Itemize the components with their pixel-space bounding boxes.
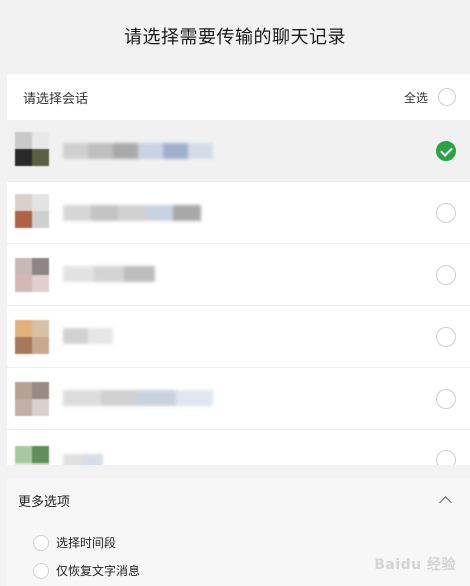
conversation-avatar: [15, 320, 49, 354]
select-all-label: 全选: [403, 90, 428, 105]
option-time-range[interactable]: 选择时间段: [33, 534, 116, 551]
conversation-select-radio[interactable]: [436, 264, 456, 285]
option-text-only[interactable]: 仅恢复文字消息: [33, 562, 140, 579]
baidu-watermark: Baidu 经验: [374, 557, 456, 573]
select-conversation-label: 请选择会话: [23, 91, 89, 107]
page-header: 请选择需要传输的聊天记录: [0, 0, 470, 72]
more-options-label: 更多选项: [18, 494, 71, 510]
select-all-radio[interactable]: [438, 88, 456, 106]
conversation-row[interactable]: [7, 244, 470, 306]
conversation-name-redacted: [63, 328, 113, 344]
conversation-name-redacted: [63, 143, 213, 159]
conversation-select-radio[interactable]: [436, 450, 456, 465]
more-options-header[interactable]: 更多选项: [7, 478, 470, 522]
conversation-row[interactable]: [7, 306, 470, 368]
conversation-list: [7, 120, 470, 465]
option-time-range-radio[interactable]: [33, 534, 49, 551]
conversation-row[interactable]: [7, 368, 470, 430]
conversation-row[interactable]: [7, 182, 470, 244]
conversation-name-redacted: [63, 454, 103, 465]
chevron-up-icon[interactable]: [439, 495, 452, 509]
select-all-control[interactable]: 全选: [404, 88, 456, 106]
conversation-avatar: [15, 258, 49, 292]
conversation-select-radio[interactable]: [436, 202, 456, 223]
option-text-only-label: 仅恢复文字消息: [56, 564, 141, 578]
option-text-only-radio[interactable]: [33, 562, 49, 579]
conversation-avatar: [15, 132, 49, 166]
conversation-row[interactable]: [7, 430, 470, 465]
conversation-avatar: [15, 382, 49, 416]
page-title: 请选择需要传输的聊天记录: [124, 27, 346, 48]
conversation-name-redacted: [63, 205, 201, 221]
conversation-avatar: [15, 446, 49, 465]
conversation-avatar: [15, 194, 49, 228]
option-time-range-label: 选择时间段: [56, 536, 117, 550]
conversation-select-radio[interactable]: [436, 140, 456, 161]
conversation-row[interactable]: [7, 120, 470, 182]
conversation-name-redacted: [63, 266, 155, 282]
conversation-name-redacted: [63, 390, 213, 406]
conversation-select-radio[interactable]: [436, 388, 456, 409]
select-conversation-bar: 请选择会话 全选: [7, 74, 470, 120]
conversation-select-radio[interactable]: [436, 326, 456, 347]
